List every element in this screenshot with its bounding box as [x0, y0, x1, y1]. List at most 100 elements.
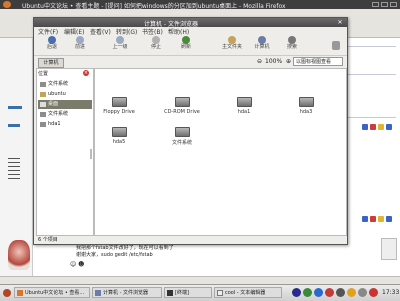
hard-drive-icon: [174, 127, 190, 137]
task-file-browser[interactable]: 计算机 - 文件浏览器: [92, 287, 162, 298]
profile-icon[interactable]: [362, 216, 368, 222]
show-desktop-icon[interactable]: [3, 289, 11, 297]
minimize-icon[interactable]: [372, 2, 379, 7]
volume-icon[interactable]: [336, 288, 345, 297]
drive-filesystem[interactable]: 文件系统: [159, 127, 205, 153]
update-icon[interactable]: [347, 288, 356, 297]
drive-icon: [40, 112, 46, 117]
computer-icon: [95, 290, 101, 296]
forum-username[interactable]: [8, 106, 22, 109]
back-arrow-icon: [48, 36, 56, 44]
zoom-out-icon[interactable]: ⊖: [257, 58, 262, 65]
home-folder-icon: [40, 92, 46, 97]
floppy-drive-icon: [111, 97, 127, 107]
reload-button[interactable]: 刷新: [172, 36, 200, 53]
sidebar-item-filesystem[interactable]: 文件系统: [38, 80, 92, 89]
toolbar: 后退 前进 上一级 停止 刷新 主文件夹 计算机 搜索: [34, 35, 347, 54]
tray-icon[interactable]: [314, 288, 323, 297]
stop-button[interactable]: 停止: [142, 36, 170, 53]
home-button[interactable]: 主文件夹: [218, 36, 246, 53]
taskbar: Ubuntu中文论坛 • 查看... 计算机 - 文件浏览器 [终端] cool…: [0, 284, 400, 301]
forward-arrow-icon: [76, 36, 84, 44]
task-text-editor[interactable]: cool - 文本编辑器: [214, 287, 282, 298]
task-firefox[interactable]: Ubuntu中文论坛 • 查看...: [14, 287, 90, 298]
user-avatar: [8, 240, 30, 270]
forum-right-column: [346, 38, 400, 276]
tray-icon[interactable]: [325, 288, 334, 297]
computer-icon: [258, 36, 266, 44]
search-icon: [288, 36, 296, 44]
hard-drive-icon: [236, 97, 252, 107]
drive-cdrom[interactable]: CD-ROM Drive: [159, 97, 205, 123]
zoom-level[interactable]: 100%: [265, 58, 282, 65]
statusbar: 6 个项目: [34, 235, 347, 244]
divider: [348, 117, 396, 118]
drive-hda5[interactable]: hda5: [96, 127, 142, 153]
divider: [348, 74, 396, 75]
www-icon[interactable]: [386, 124, 392, 130]
home-icon: [228, 36, 236, 44]
firefox-titlebar: Ubuntu中文论坛 • 查看主题 - [提问] 如何把windows的分区加到…: [0, 0, 400, 10]
tray-icon[interactable]: [292, 288, 301, 297]
firefox-icon: [17, 290, 23, 296]
sidebar: 位置 × 文件系统 ubuntu 桌面 文件系统 hda1: [36, 68, 94, 236]
up-button[interactable]: 上一级: [106, 36, 134, 53]
clock[interactable]: 17:33: [382, 289, 399, 296]
throbber-icon: [332, 41, 340, 50]
file-browser-window: 计算机 - 文件浏览器 ✕ 文件(F) 编辑(E) 查看(V) 转到(G) 书签…: [33, 17, 348, 245]
text-editor-icon: [217, 290, 223, 296]
drive-floppy[interactable]: Floppy Drive: [96, 97, 142, 123]
email-icon[interactable]: [378, 124, 384, 130]
post-text: 我把那个fstab文件改好了，现在可以看到了: [76, 245, 174, 251]
emoticon-icon: ☺ ☻: [70, 261, 85, 268]
hard-drive-icon: [111, 127, 127, 137]
www-icon[interactable]: [386, 216, 392, 222]
zoom-in-icon[interactable]: ⊕: [286, 58, 291, 65]
stop-icon: [152, 36, 160, 44]
forum-username[interactable]: [8, 124, 20, 127]
tray-icon[interactable]: [303, 288, 312, 297]
computer-button[interactable]: 计算机: [248, 36, 276, 53]
sidebar-close-icon[interactable]: ×: [83, 70, 89, 76]
firefox-icon: [3, 1, 11, 8]
cdrom-drive-icon: [174, 97, 190, 107]
location-bar: 计算机 ⊖ 100% ⊕ 以图标视图查看: [34, 55, 347, 68]
back-button[interactable]: 后退: [38, 36, 66, 53]
profile-icon[interactable]: [362, 124, 368, 130]
close-icon[interactable]: [390, 2, 397, 7]
sidebar-item-hda1[interactable]: hda1: [38, 120, 92, 129]
task-terminal[interactable]: [终端]: [164, 287, 212, 298]
pm-icon[interactable]: [370, 124, 376, 130]
pm-icon[interactable]: [370, 216, 376, 222]
network-icon[interactable]: [358, 288, 367, 297]
drive-icon: [40, 82, 46, 87]
maximize-icon[interactable]: [381, 2, 388, 7]
divider: [348, 46, 396, 47]
logout-icon[interactable]: [369, 288, 378, 297]
desktop-icon: [40, 102, 46, 107]
close-icon[interactable]: ✕: [336, 19, 344, 26]
sidebar-item-filesystem[interactable]: 文件系统: [38, 110, 92, 119]
email-icon[interactable]: [378, 216, 384, 222]
drive-hda3[interactable]: hda3: [283, 97, 329, 123]
sidebar-item-desktop[interactable]: 桌面: [38, 100, 92, 109]
location-computer-button[interactable]: 计算机: [38, 58, 64, 68]
forward-button[interactable]: 前进: [66, 36, 94, 53]
terminal-icon: [167, 290, 173, 296]
sidebar-resize-handle[interactable]: [90, 149, 92, 159]
scrollbar[interactable]: [381, 238, 397, 260]
reload-icon: [182, 36, 190, 44]
view-mode-select[interactable]: 以图标视图查看: [293, 57, 343, 66]
post-text: 谢谢大家，sudo gedit /etc/fstab: [76, 252, 153, 258]
menubar: 文件(F) 编辑(E) 查看(V) 转到(G) 书签(B) 帮助(H): [34, 27, 347, 36]
status-text: 6 个项目: [38, 237, 58, 243]
file-browser-titlebar: 计算机 - 文件浏览器 ✕: [34, 18, 347, 28]
drive-icon: [40, 122, 46, 127]
forum-user-info: [8, 158, 20, 180]
file-icon-view: Floppy Drive CD-ROM Drive hda1 hda3 hda5…: [94, 68, 347, 236]
sidebar-item-home[interactable]: ubuntu: [38, 90, 92, 99]
up-arrow-icon: [116, 36, 124, 44]
drive-hda1[interactable]: hda1: [221, 97, 267, 123]
hard-drive-icon: [298, 97, 314, 107]
search-button[interactable]: 搜索: [278, 36, 306, 53]
